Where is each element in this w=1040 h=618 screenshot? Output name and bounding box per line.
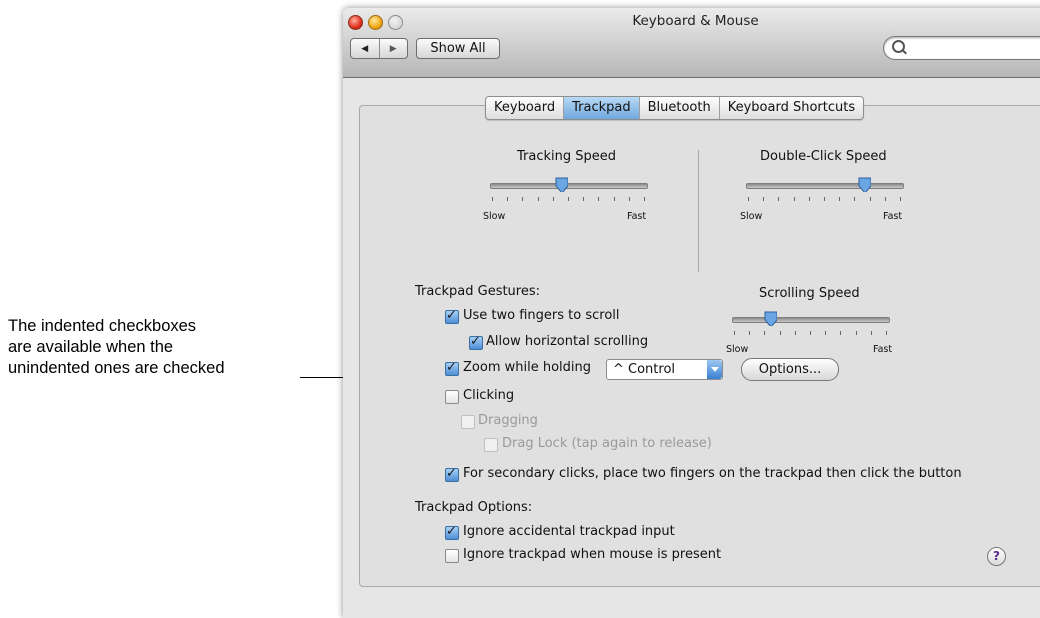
section-divider	[698, 150, 699, 272]
tab-keyboard-shortcuts[interactable]: Keyboard Shortcuts	[720, 97, 863, 119]
ignore-accidental-input-checkbox[interactable]	[445, 524, 459, 540]
callout-line-2: are available when the	[8, 338, 174, 356]
slider-tick	[810, 331, 811, 335]
scrolling-speed-slow-label: Slow	[726, 344, 749, 355]
ignore-when-mouse-present-label: Ignore trackpad when mouse is present	[463, 547, 722, 562]
zoom-while-holding-checkbox[interactable]	[445, 360, 459, 376]
scrolling-speed-fast-label: Fast	[873, 344, 893, 355]
slider-tick	[870, 197, 871, 201]
slider-tick	[854, 197, 855, 201]
drag-lock-checkbox[interactable]	[484, 438, 498, 452]
double-click-speed-slow-label: Slow	[740, 211, 763, 222]
slider-tick	[824, 197, 825, 201]
help-button[interactable]: ?	[987, 547, 1006, 566]
slider-tick	[794, 197, 795, 201]
callout-line-1: The indented checkboxes	[8, 317, 197, 335]
dragging-label: Dragging	[478, 413, 538, 428]
zoom-modifier-value: ^ Control	[613, 362, 676, 377]
slider-tick	[614, 197, 615, 201]
allow-horizontal-scrolling-label: Allow horizontal scrolling	[486, 334, 649, 349]
slider-tick	[538, 197, 539, 201]
double-click-speed-title: Double-Click Speed	[760, 149, 887, 164]
slider-tick	[871, 331, 872, 335]
dragging-checkbox[interactable]	[461, 415, 475, 429]
zoom-while-holding-label: Zoom while holding	[463, 360, 591, 375]
slider-thumb[interactable]	[858, 177, 871, 192]
slider-tick	[748, 197, 749, 201]
back-arrow-icon[interactable]: ◀	[351, 39, 380, 58]
tab-keyboard[interactable]: Keyboard	[486, 97, 565, 119]
use-two-fingers-scroll-checkbox[interactable]	[445, 308, 459, 324]
slider-tick	[763, 197, 764, 201]
scrolling-speed-title: Scrolling Speed	[759, 286, 860, 301]
chevron-down-icon	[707, 360, 722, 379]
slider-tick	[568, 197, 569, 201]
slider-tick	[522, 197, 523, 201]
callout-text: The indented checkboxes are available wh…	[8, 316, 225, 379]
tracking-speed-title: Tracking Speed	[517, 149, 617, 164]
clicking-checkbox[interactable]	[445, 390, 459, 404]
use-two-fingers-scroll-label: Use two fingers to scroll	[463, 308, 620, 323]
slider-track	[746, 183, 904, 189]
double-click-speed-fast-label: Fast	[883, 211, 903, 222]
slider-tick	[492, 197, 493, 201]
ignore-when-mouse-present-checkbox[interactable]	[445, 549, 459, 563]
slider-tick	[583, 197, 584, 201]
zoom-modifier-popup[interactable]: ^ Control	[606, 359, 723, 380]
window-title: Keyboard & Mouse	[632, 13, 759, 29]
slider-tick	[809, 197, 810, 201]
slider-tick	[734, 331, 735, 335]
slider-tick	[764, 331, 765, 335]
trackpad-gestures-heading: Trackpad Gestures:	[415, 284, 541, 299]
slider-tick	[795, 331, 796, 335]
slider-tick	[778, 197, 779, 201]
slider-tick	[629, 197, 630, 201]
allow-horizontal-scrolling-checkbox[interactable]	[469, 334, 483, 350]
forward-arrow-icon[interactable]: ▶	[380, 39, 408, 58]
slider-tick	[507, 197, 508, 201]
callout-line-3: unindented ones are checked	[8, 359, 225, 377]
drag-lock-label: Drag Lock (tap again to release)	[502, 436, 712, 451]
tracking-speed-fast-label: Fast	[627, 211, 647, 222]
show-all-button[interactable]: Show All	[416, 38, 500, 59]
secondary-click-label: For secondary clicks, place two fingers …	[463, 466, 962, 481]
slider-tick	[840, 331, 841, 335]
back-forward-control: ◀ ▶	[350, 38, 408, 59]
slider-tick	[553, 197, 554, 201]
options-button[interactable]: Options...	[741, 358, 839, 381]
tab-bar: Keyboard Trackpad Bluetooth Keyboard Sho…	[485, 96, 865, 120]
title-bar: Keyboard & Mouse ◀ ▶ Show All	[343, 8, 1040, 78]
slider-tick	[900, 197, 901, 201]
search-field[interactable]	[883, 36, 1040, 60]
scrolling-speed-slider[interactable]	[732, 309, 890, 339]
trackpad-options-heading: Trackpad Options:	[415, 500, 533, 515]
slider-thumb[interactable]	[764, 311, 777, 326]
tracking-speed-slider[interactable]	[490, 175, 648, 205]
search-icon	[892, 40, 905, 53]
slider-tick	[825, 331, 826, 335]
slider-tick	[780, 331, 781, 335]
slider-tick	[856, 331, 857, 335]
clicking-label: Clicking	[463, 388, 515, 403]
slider-tick	[839, 197, 840, 201]
tab-bluetooth[interactable]: Bluetooth	[640, 97, 720, 119]
ignore-accidental-input-label: Ignore accidental trackpad input	[463, 524, 675, 539]
slider-track	[732, 317, 890, 323]
preferences-window: Keyboard & Mouse ◀ ▶ Show All Keyboard T…	[343, 8, 1040, 618]
slider-track	[490, 183, 648, 189]
secondary-click-checkbox[interactable]	[445, 466, 459, 482]
slider-tick	[885, 197, 886, 201]
double-click-speed-slider[interactable]	[746, 175, 904, 205]
slider-tick	[644, 197, 645, 201]
slider-tick	[886, 331, 887, 335]
tracking-speed-slow-label: Slow	[483, 211, 506, 222]
tab-trackpad[interactable]: Trackpad	[564, 97, 640, 119]
slider-tick	[749, 331, 750, 335]
slider-thumb[interactable]	[555, 177, 568, 192]
slider-tick	[598, 197, 599, 201]
